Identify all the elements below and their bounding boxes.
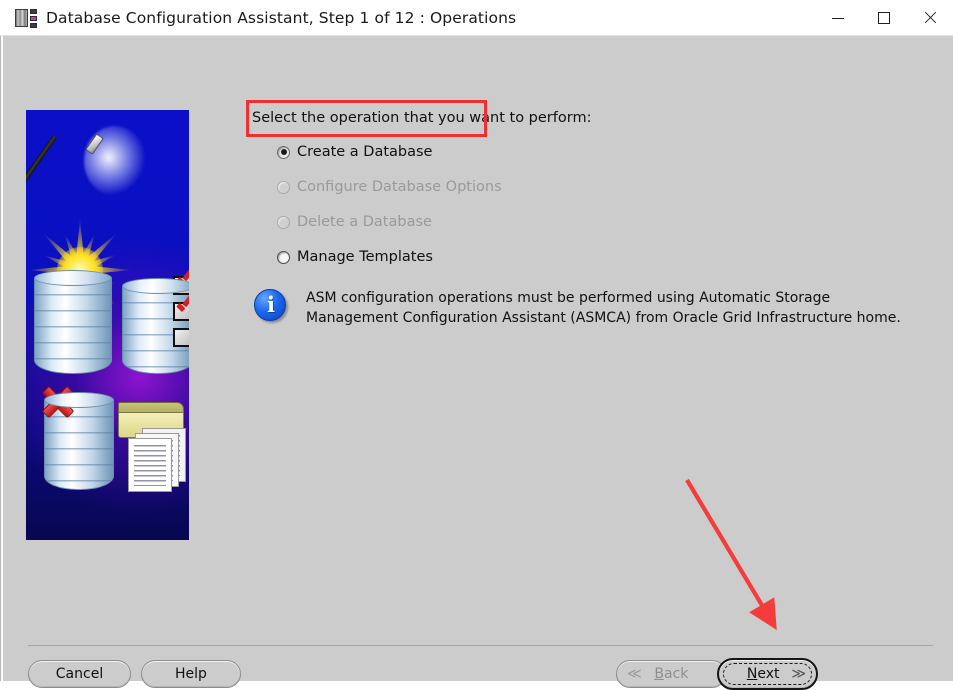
back-button: ≪ Back — [616, 660, 726, 688]
radio-label: Delete a Database — [297, 214, 432, 230]
checkbox-checked-icon — [173, 302, 189, 324]
minimize-button[interactable] — [815, 0, 861, 36]
wizard-banner-graphic — [26, 110, 189, 540]
maximize-button[interactable] — [861, 0, 907, 36]
info-note-text: ASM configuration operations must be per… — [306, 288, 901, 328]
help-button[interactable]: Help — [141, 660, 241, 688]
documents-icon — [126, 428, 188, 492]
next-button[interactable]: Next ≫ — [717, 658, 818, 690]
cancel-button-label: Cancel — [55, 666, 104, 682]
radio-indicator-disabled — [277, 180, 290, 194]
cancel-button[interactable]: Cancel — [28, 660, 131, 688]
radio-delete-a-database: Delete a Database — [277, 214, 677, 230]
info-line-1: ASM configuration operations must be per… — [306, 290, 831, 306]
client-area: Select the operation that you want to pe… — [0, 36, 953, 690]
operation-prompt: Select the operation that you want to pe… — [252, 110, 592, 126]
radio-label: Configure Database Options — [297, 179, 502, 195]
window-controls — [815, 0, 953, 36]
next-button-label: Next — [746, 666, 780, 682]
help-button-label: Help — [175, 666, 207, 682]
radio-label: Manage Templates — [297, 249, 433, 265]
dbca-window: Database Configuration Assistant, Step 1… — [0, 0, 953, 690]
maximize-icon — [878, 12, 890, 24]
footer-separator — [28, 645, 933, 646]
radio-indicator-selected[interactable] — [277, 145, 290, 159]
chevron-left-icon: ≪ — [627, 666, 642, 682]
window-title: Database Configuration Assistant, Step 1… — [46, 8, 517, 27]
close-button[interactable] — [907, 0, 953, 36]
radio-label: Create a Database — [297, 144, 433, 160]
radio-create-a-database[interactable]: Create a Database — [277, 144, 677, 160]
operation-radio-group: Create a Database Configure Database Opt… — [277, 144, 677, 265]
radio-configure-database-options: Configure Database Options — [277, 179, 677, 195]
info-icon: i — [254, 289, 288, 323]
radio-manage-templates[interactable]: Manage Templates — [277, 249, 677, 265]
title-bar: Database Configuration Assistant, Step 1… — [0, 0, 953, 36]
asm-info-note: i ASM configuration operations must be p… — [254, 288, 901, 328]
database-app-icon — [15, 7, 37, 29]
radio-indicator-disabled — [277, 215, 290, 229]
radio-indicator-unselected[interactable] — [277, 250, 290, 264]
back-button-label: Back — [654, 666, 689, 682]
info-line-2: Management Configuration Assistant (ASMC… — [306, 310, 901, 326]
checkbox-empty-icon — [173, 328, 189, 350]
close-icon — [923, 11, 937, 25]
database-cylinder-icon — [34, 270, 112, 378]
magic-wand-icon — [26, 126, 146, 214]
minimize-icon — [832, 17, 844, 19]
